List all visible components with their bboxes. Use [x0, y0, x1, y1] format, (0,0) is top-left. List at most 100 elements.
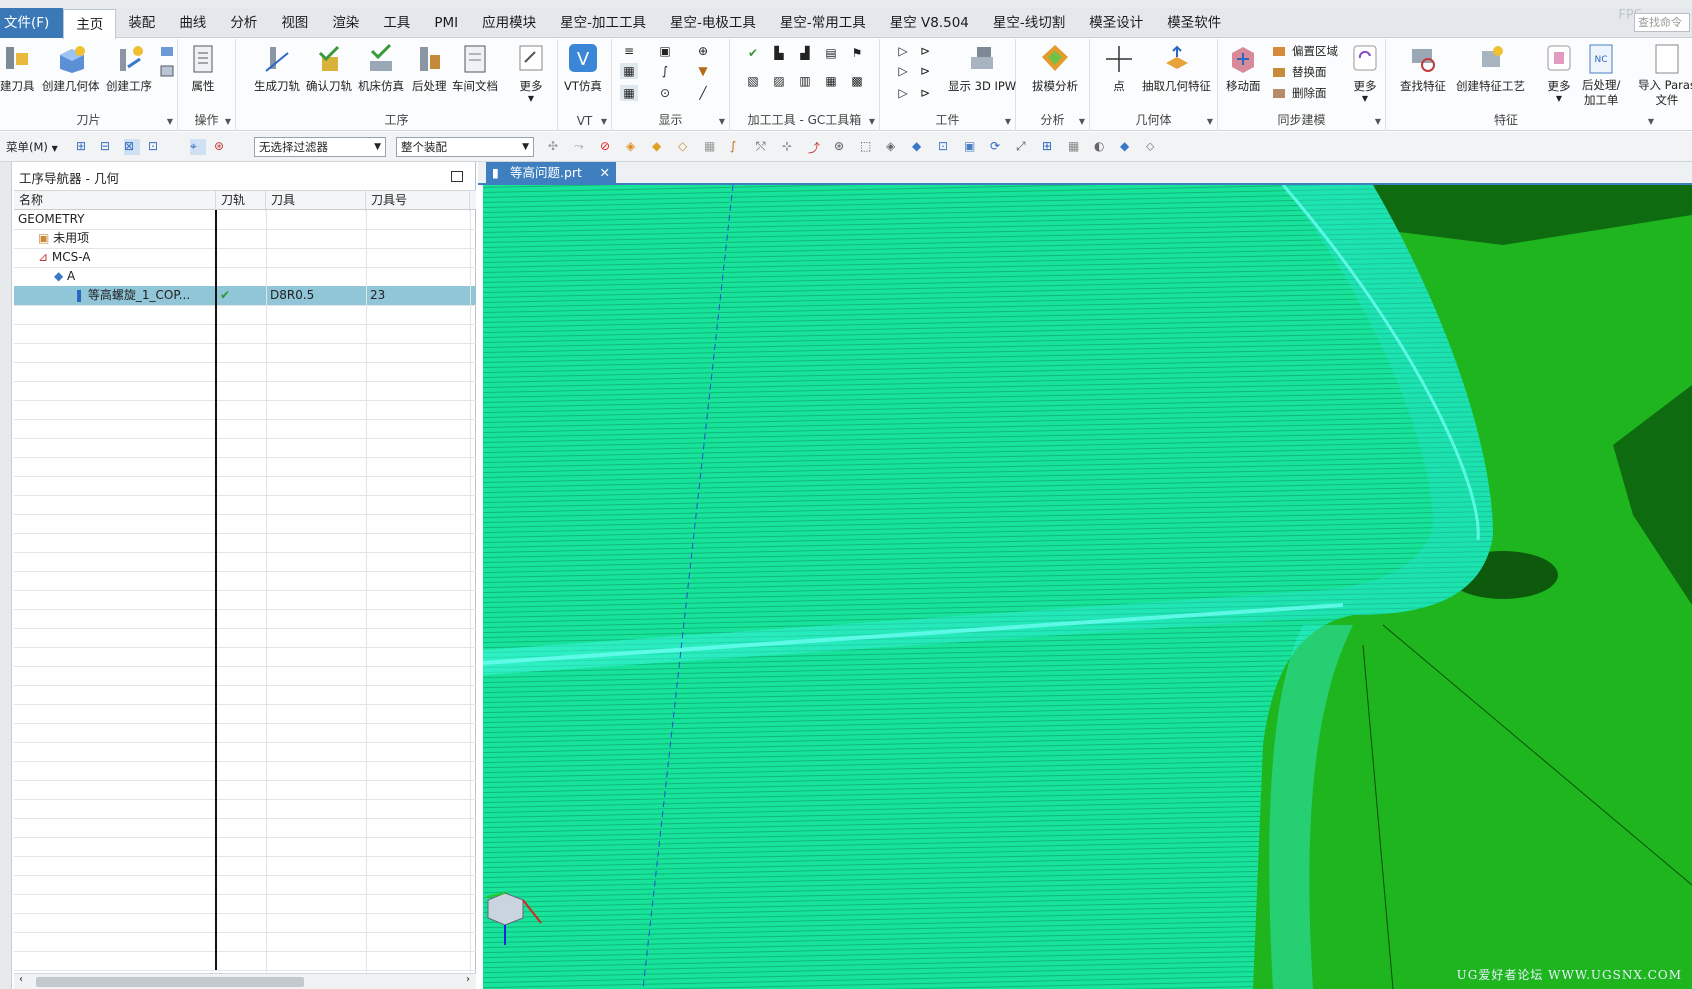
snap-tool-icon[interactable]: ⊹ [782, 139, 798, 155]
menu-tab-15[interactable]: 模圣软件 [1155, 8, 1233, 38]
create-tool-button[interactable]: 建刀具 [0, 43, 35, 94]
draft-analysis-button[interactable]: 拔模分析 [1032, 43, 1078, 94]
gc-tool8-icon[interactable]: ▥ [796, 73, 814, 89]
menu-tab-9[interactable]: 星空-加工工具 [548, 8, 658, 38]
display-layer-icon[interactable]: ▦ [620, 63, 638, 79]
gc-tool2-icon[interactable]: ▙ [770, 45, 788, 61]
more-button-1[interactable]: 更多 ▼ [516, 43, 546, 103]
verify-path-button[interactable]: 确认刀轨 [306, 43, 352, 94]
small-table-icon[interactable] [158, 63, 176, 79]
display-point-icon[interactable]: ⊙ [656, 85, 674, 101]
gc-tool6-icon[interactable]: ▧ [744, 73, 762, 89]
snap-tool-icon[interactable]: ⊡ [938, 139, 954, 155]
snap-tool-icon[interactable]: ✣ [548, 139, 564, 155]
menu-tab-2[interactable]: 曲线 [167, 8, 218, 38]
chevron-down-icon[interactable]: ▼ [869, 117, 875, 126]
display-tool-icon[interactable]: ▼ [694, 63, 712, 79]
menu-tab-8[interactable]: 应用模块 [470, 8, 548, 38]
filter-icon[interactable]: ⌖ [190, 139, 206, 155]
navigator-row[interactable]: ⊿ MCS-A [14, 248, 476, 268]
create-feature-process-button[interactable]: 创建特征工艺 [1456, 43, 1525, 94]
menu-tab-10[interactable]: 星空-电极工具 [658, 8, 768, 38]
menu-tab-11[interactable]: 星空-常用工具 [768, 8, 878, 38]
workpiece-step2-icon[interactable]: ⊳ [916, 63, 934, 79]
navigator-row[interactable]: ❚ 等高螺旋_1_COP... ✔ D8R0.5 23 [14, 286, 476, 306]
workpiece-play2-icon[interactable]: ▷ [894, 63, 912, 79]
snap-tool-icon[interactable]: ⤳ [574, 139, 590, 155]
gc-tool9-icon[interactable]: ▦ [822, 73, 840, 89]
workpiece-play3-icon[interactable]: ▷ [894, 85, 912, 101]
replace-face-button[interactable]: 替换面 [1272, 64, 1327, 80]
column-header-toolpath[interactable]: 刀轨 [216, 191, 266, 211]
column-header-tool[interactable]: 刀具 [266, 191, 366, 211]
selection-icon[interactable]: ⊛ [214, 139, 230, 155]
move-face-button[interactable]: 移动面 [1226, 43, 1261, 94]
display-axis-icon[interactable]: ⊕ [694, 43, 712, 59]
shop-doc-button[interactable]: 车间文档 [452, 43, 498, 94]
selection-filter-dropdown[interactable]: 无选择过滤器 ▼ [254, 137, 386, 157]
menu-tab-12[interactable]: 星空 V8.504 [878, 8, 981, 38]
postprocess-button[interactable]: 后处理 [412, 43, 447, 94]
method-view-icon[interactable]: ⊡ [148, 139, 164, 155]
workpiece-step-icon[interactable]: ⊳ [916, 43, 934, 59]
menu-tab-14[interactable]: 模圣设计 [1077, 8, 1155, 38]
gc-check-icon[interactable]: ✔ [744, 45, 762, 61]
program-order-view-icon[interactable]: ⊞ [76, 139, 92, 155]
gc-flag-icon[interactable]: ⚑ [848, 45, 866, 61]
chevron-down-icon[interactable]: ▼ [1648, 117, 1654, 126]
navigator-row[interactable]: GEOMETRY [14, 210, 476, 230]
display-line-icon[interactable]: ╱ [694, 85, 712, 101]
snap-tool-icon[interactable]: ◇ [678, 139, 694, 155]
snap-tool-icon[interactable]: ◆ [912, 139, 928, 155]
extract-geometry-button[interactable]: 抽取几何特征 [1142, 43, 1211, 94]
scroll-right-icon[interactable]: › [466, 974, 470, 985]
geometry-view-icon[interactable]: ⊠ [124, 139, 140, 155]
chevron-down-icon[interactable]: ▼ [1375, 117, 1381, 126]
workpiece-play-icon[interactable]: ▷ [894, 43, 912, 59]
post-process-sheet-button[interactable]: NC 后处理/ 加工单 [1582, 43, 1620, 108]
snap-tool-icon[interactable]: ◆ [1120, 139, 1136, 155]
display-path-icon[interactable]: ≡ [620, 43, 638, 59]
menu-tab-4[interactable]: 视图 [269, 8, 320, 38]
chevron-down-icon[interactable]: ▼ [719, 117, 725, 126]
gc-tool10-icon[interactable]: ▩ [848, 73, 866, 89]
more-button-3[interactable]: 更多 ▼ [1544, 43, 1574, 103]
snap-tool-icon[interactable]: ⬦ [1146, 139, 1162, 155]
more-button-2[interactable]: 更多 ▼ [1350, 43, 1380, 103]
snap-tool-icon[interactable]: ▦ [704, 139, 720, 155]
navigator-row[interactable]: ▣ 未用项 [14, 229, 476, 249]
point-button[interactable]: 点 [1104, 43, 1134, 94]
snap-tool-icon[interactable]: ◈ [886, 139, 902, 155]
snap-tool-icon[interactable]: ⟳ [990, 139, 1006, 155]
snap-tool-icon[interactable]: ⬚ [860, 139, 876, 155]
gc-tool3-icon[interactable]: ▟ [796, 45, 814, 61]
chevron-down-icon[interactable]: ▼ [601, 117, 607, 126]
document-tab[interactable]: ▮ 等高问题.prt ✕ [486, 162, 616, 184]
snap-tool-icon[interactable]: ∫ [730, 139, 746, 155]
offset-region-button[interactable]: 偏置区域 [1272, 43, 1338, 59]
assembly-scope-dropdown[interactable]: 整个装配 ▼ [396, 137, 534, 157]
menu-button[interactable]: 菜单(M) ▼ [6, 139, 58, 155]
small-tool-icon[interactable] [158, 43, 176, 59]
workpiece-step3-icon[interactable]: ⊳ [916, 85, 934, 101]
close-icon[interactable]: ✕ [600, 162, 610, 184]
snap-tool-icon[interactable]: ◆ [652, 139, 668, 155]
snap-tool-icon[interactable]: ◈ [626, 139, 642, 155]
snap-tool-icon[interactable]: ⊘ [600, 139, 616, 155]
chevron-down-icon[interactable]: ▼ [167, 117, 173, 126]
import-parasolid-button[interactable]: 导入 Paras 文件 [1638, 43, 1692, 108]
scrollbar-thumb[interactable] [36, 977, 304, 987]
generate-path-button[interactable]: 生成刀轨 [254, 43, 300, 94]
snap-tool-icon[interactable]: ◐ [1094, 139, 1110, 155]
find-feature-button[interactable]: 查找特征 [1400, 43, 1446, 94]
snap-tool-icon[interactable]: ⤲ [756, 139, 772, 155]
menu-tab-3[interactable]: 分析 [218, 8, 269, 38]
menu-tab-0[interactable]: 主页 [63, 8, 117, 40]
machine-tool-view-icon[interactable]: ⊟ [100, 139, 116, 155]
gc-tool7-icon[interactable]: ▨ [770, 73, 788, 89]
column-header-name[interactable]: 名称 [14, 191, 216, 211]
display-frame-icon[interactable]: ▣ [656, 43, 674, 59]
delete-face-button[interactable]: 删除面 [1272, 85, 1327, 101]
chevron-down-icon[interactable]: ▼ [1079, 117, 1085, 126]
graphics-viewport[interactable]: UG爱好者论坛 WWW.UGSNX.COM [483, 185, 1692, 989]
